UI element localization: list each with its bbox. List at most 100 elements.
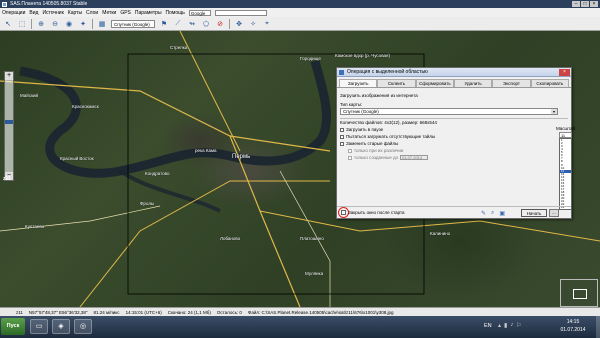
menu-gps[interactable]: GPS	[120, 10, 131, 16]
layers-icon[interactable]: ▦	[97, 19, 107, 29]
tab-download[interactable]: Загрузить	[339, 79, 378, 87]
taskbar-clock[interactable]: 14:15 01.07.2014	[558, 318, 588, 334]
tab-generate[interactable]: Сформировать	[415, 79, 454, 87]
center-icon[interactable]: ⌖	[262, 19, 272, 29]
map-label: Стрелка	[170, 45, 188, 50]
tab-combine[interactable]: Склеить	[377, 79, 416, 87]
zoom-out-icon[interactable]: ⊖	[50, 19, 60, 29]
footer-icons: ✎ ⌕ ▣	[481, 210, 505, 217]
map-label: Камское вдхр (р. Чусовая)	[335, 53, 390, 58]
polygon-icon[interactable]: ⬠	[201, 19, 211, 29]
checkbox	[348, 148, 352, 153]
menu-source[interactable]: Источник	[42, 10, 63, 16]
zoom-in-icon[interactable]: ⊕	[36, 19, 46, 29]
route-icon[interactable]: ↬	[187, 19, 197, 29]
zoom-slider-knob[interactable]	[5, 120, 13, 124]
ruler-icon[interactable]: ⟋	[173, 19, 183, 29]
minimap-viewport[interactable]	[573, 289, 587, 299]
search-icon[interactable]: ⌕	[491, 210, 494, 217]
gps-icon[interactable]: ✦	[78, 19, 88, 29]
sas-planet-icon[interactable]: ◈	[52, 319, 70, 334]
map-label: Калинино	[430, 231, 451, 236]
check-replace[interactable]: Заменить старые файлы	[340, 141, 568, 146]
close-window-button[interactable]: ×	[590, 1, 598, 7]
selection-operation-dialog: Операция с выделенной областью × Загрузи…	[336, 67, 577, 219]
map-label: Фролы	[140, 201, 155, 206]
check-pause[interactable]: Загрузить в паузе	[340, 127, 568, 132]
volume-icon[interactable]: ♪	[510, 322, 513, 329]
pointer-tool-icon[interactable]: ↖	[3, 19, 13, 29]
check-pause-label: Загрузить в паузе	[346, 127, 384, 132]
more-button[interactable]: ...	[549, 209, 559, 217]
dialog-map-type-select[interactable]: Спутник (Google) ▾	[340, 108, 558, 115]
marks-icon[interactable]: ⚑	[159, 19, 169, 29]
delete-icon[interactable]: ⊘	[215, 19, 225, 29]
check-only-created-label: только созданные до	[354, 155, 399, 160]
checkbox[interactable]	[340, 134, 344, 139]
status-coords: N57°57'48,37" E56°36'32,38"	[28, 310, 88, 315]
close-after-start-label: Закрыть окно после старта	[348, 210, 405, 215]
start-button[interactable]: Начать	[521, 209, 547, 217]
close-after-start-check[interactable]: Закрыть окно после старта	[341, 210, 405, 215]
browser-icon[interactable]: ◎	[74, 319, 92, 334]
menu-maps[interactable]: Карты	[68, 10, 82, 16]
check-missing-label: Пытаться загружать отсутствующие тайлы	[346, 134, 436, 139]
language-indicator[interactable]: EN	[484, 323, 492, 329]
date-field: 01.07.2014	[400, 155, 429, 160]
map-label: Култаево	[25, 224, 45, 229]
maximize-button[interactable]: □	[581, 1, 589, 7]
tray-arrow-icon[interactable]: ▴	[498, 322, 501, 329]
explorer-icon[interactable]: ▭	[30, 319, 48, 334]
checkbox[interactable]	[340, 141, 344, 146]
status-file: Файл: C:\SAS.Planet.Release.140505\cache…	[247, 310, 394, 315]
minimize-button[interactable]: –	[572, 1, 580, 7]
edit-icon[interactable]: ✎	[481, 210, 486, 217]
network-icon[interactable]: ▮	[504, 322, 507, 329]
follow-gps-icon[interactable]: ✧	[248, 19, 258, 29]
checkbox[interactable]	[340, 127, 344, 132]
globe-icon[interactable]: ◉	[64, 19, 74, 29]
tab-delete[interactable]: Удалить	[453, 79, 493, 87]
select-area-icon[interactable]: ⬚	[17, 19, 27, 29]
map-type-select[interactable]: Спутник (Google)	[111, 19, 155, 28]
download-heading: Загрузить изображения из интернета	[340, 93, 418, 98]
save-icon[interactable]: ▣	[499, 210, 505, 217]
move-map-icon[interactable]: ✥	[234, 19, 244, 29]
status-downloaded: Скачано: 24 (1,1 Мб)	[167, 310, 211, 315]
check-replace-label: Заменить старые файлы	[346, 141, 399, 146]
menu-marks[interactable]: Метки	[102, 10, 116, 16]
app-icon	[2, 1, 7, 7]
map-label: Пермь	[232, 154, 251, 160]
zoom-slider[interactable]: + −	[4, 71, 14, 181]
tab-export[interactable]: Экспорт	[492, 79, 531, 87]
minimap[interactable]	[560, 279, 598, 307]
status-remaining: Осталось: 0	[216, 310, 242, 315]
system-tray: ▴ ▮ ♪ ⚐	[498, 322, 522, 329]
search-provider-select[interactable]: Google	[188, 9, 211, 16]
menu-help[interactable]: Помощь	[166, 10, 185, 16]
dialog-map-type-value: Спутник (Google)	[343, 109, 379, 114]
scale-dropdown-list[interactable]: 123456789101112131415161718192021222324	[559, 138, 572, 210]
zoom-plus-button[interactable]: +	[5, 72, 13, 80]
menu-settings[interactable]: Параметры	[135, 10, 162, 16]
show-desktop-button[interactable]	[596, 316, 600, 338]
check-missing[interactable]: Пытаться загружать отсутствующие тайлы	[340, 134, 568, 139]
search-input[interactable]	[214, 9, 267, 16]
dialog-titlebar[interactable]: Операция с выделенной областью ×	[337, 68, 571, 77]
flag-icon[interactable]: ⚐	[516, 322, 521, 329]
map-label: река Кама	[195, 148, 217, 153]
checkbox[interactable]	[341, 210, 346, 215]
start-menu-button[interactable]: Пуск	[1, 318, 25, 335]
dialog-tabs: Загрузить Склеить Сформировать Удалить Э…	[337, 77, 571, 88]
dialog-body: Загрузить изображения из интернета Тип к…	[337, 88, 571, 162]
map-label: Кондратово	[145, 171, 170, 176]
window-controls: – □ ×	[572, 1, 598, 7]
menu-operations[interactable]: Операции	[2, 10, 25, 16]
taskbar: Пуск ▭ ◈ ◎ EN ▴ ▮ ♪ ⚐ 14:15 01.07.2014	[0, 316, 600, 338]
main-toolbar: ↖ ⬚ ⊕ ⊖ ◉ ✦ ▦ Спутник (Google) ⚑ ⟋ ↬ ⬠ ⊘…	[0, 17, 600, 31]
tab-copy[interactable]: Скопировать	[530, 79, 569, 87]
dialog-close-button[interactable]: ×	[559, 69, 570, 76]
menu-layers[interactable]: Слои	[86, 10, 98, 16]
menu-view[interactable]: Вид	[29, 10, 38, 16]
dialog-footer: Закрыть окно после старта ✎ ⌕ ▣ Начать .…	[337, 206, 571, 218]
